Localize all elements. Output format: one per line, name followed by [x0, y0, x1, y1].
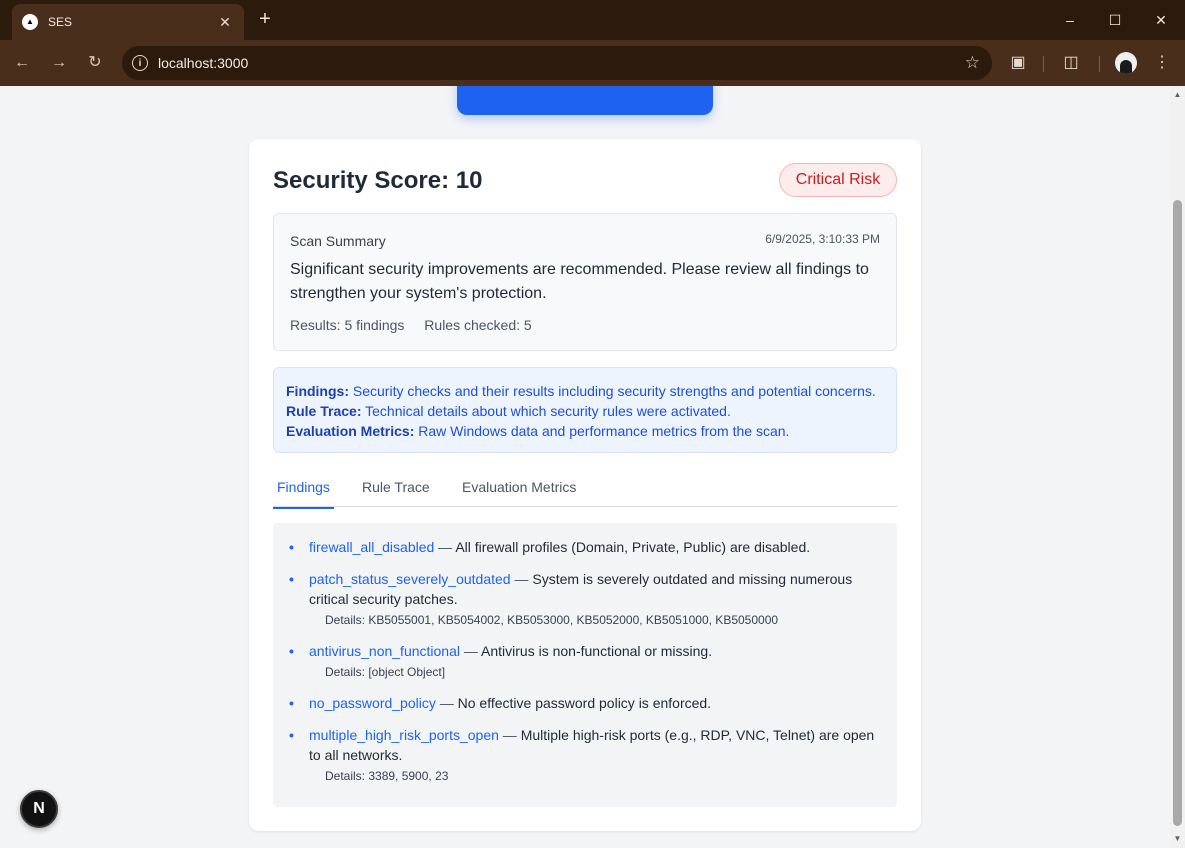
finding-item: firewall_all_disabled — All firewall pro…: [289, 537, 881, 557]
back-arrow-icon[interactable]: ←: [10, 51, 34, 75]
finding-name[interactable]: no_password_policy: [309, 695, 436, 711]
finding-name[interactable]: multiple_high_risk_ports_open: [309, 727, 499, 743]
finding-description: All firewall profiles (Domain, Private, …: [455, 539, 811, 555]
profile-avatar[interactable]: [1115, 52, 1137, 74]
rules-checked: Rules checked: 5: [424, 317, 532, 333]
url-text[interactable]: localhost:3000: [158, 55, 965, 71]
scroll-up-arrow-icon[interactable]: ▲: [1173, 90, 1182, 100]
toolbar-divider: [1099, 56, 1100, 72]
close-window-button[interactable]: ✕: [1138, 6, 1184, 34]
address-bar[interactable]: i localhost:3000 ☆: [122, 46, 992, 80]
site-info-icon[interactable]: i: [132, 55, 148, 71]
favicon-icon: ▲: [22, 14, 38, 30]
security-score-title: Security Score: 10: [273, 167, 483, 194]
info-line-rule-trace: Rule Trace: Technical details about whic…: [286, 403, 731, 419]
finding-details: Details: KB5055001, KB5054002, KB5053000…: [325, 613, 779, 627]
finding-description: No effective password policy is enforced…: [457, 695, 712, 711]
minimize-button[interactable]: –: [1047, 6, 1093, 34]
finding-item: antivirus_non_functional — Antivirus is …: [289, 641, 881, 681]
extensions-icon[interactable]: ▣: [1006, 51, 1030, 75]
maximize-button[interactable]: ☐: [1092, 6, 1138, 34]
finding-item: multiple_high_risk_ports_open — Multiple…: [289, 725, 881, 785]
risk-badge: Critical Risk: [779, 163, 897, 197]
finding-details: Details: [object Object]: [325, 665, 446, 679]
tab-info-box: Findings: Security checks and their resu…: [273, 367, 897, 453]
scroll-down-arrow-icon[interactable]: ▼: [1173, 834, 1182, 844]
close-tab-icon[interactable]: ✕: [216, 14, 234, 31]
finding-name[interactable]: firewall_all_disabled: [309, 539, 434, 555]
browser-tab-strip: ▲ SES ✕ + – ☐ ✕: [0, 0, 1185, 40]
summary-timestamp: 6/9/2025, 3:10:33 PM: [765, 232, 880, 246]
tab-findings[interactable]: Findings: [273, 479, 334, 509]
browser-toolbar: ← → ↻ i localhost:3000 ☆ ▣ ◫ ⋮: [0, 40, 1185, 86]
toolbar-divider: [1043, 56, 1044, 72]
tab-title: SES: [48, 15, 73, 29]
bookmark-star-icon[interactable]: ☆: [965, 53, 980, 73]
results-count: Results: 5 findings: [290, 317, 405, 333]
page-viewport: Security Score: 10 Critical Risk Scan Su…: [0, 86, 1170, 848]
results-card: Security Score: 10 Critical Risk Scan Su…: [249, 139, 921, 831]
tab-rule-trace[interactable]: Rule Trace: [362, 479, 430, 507]
reload-icon[interactable]: ↻: [83, 51, 107, 75]
info-line-findings: Findings: Security checks and their resu…: [286, 383, 876, 399]
menu-dots-icon[interactable]: ⋮: [1150, 51, 1174, 75]
forward-arrow-icon[interactable]: →: [47, 51, 71, 75]
finding-item: no_password_policy — No effective passwo…: [289, 693, 881, 713]
findings-list: firewall_all_disabled — All firewall pro…: [273, 523, 897, 807]
run-scan-button[interactable]: [457, 86, 713, 115]
cast-icon[interactable]: ◫: [1059, 51, 1083, 75]
summary-text: Significant security improvements are re…: [290, 261, 869, 302]
finding-item: patch_status_severely_outdated — System …: [289, 569, 881, 629]
nextjs-dev-badge[interactable]: N: [20, 790, 58, 828]
scan-summary: Scan Summary 6/9/2025, 3:10:33 PM Signif…: [273, 213, 897, 351]
finding-name[interactable]: patch_status_severely_outdated: [309, 571, 511, 587]
browser-tab[interactable]: ▲ SES ✕: [12, 4, 244, 40]
finding-details: Details: 3389, 5900, 23: [325, 769, 449, 783]
summary-label: Scan Summary: [290, 233, 386, 249]
finding-description: Antivirus is non-functional or missing.: [481, 643, 713, 659]
summary-stats: Results: 5 findings Rules checked: 5: [290, 317, 532, 333]
tab-evaluation-metrics[interactable]: Evaluation Metrics: [462, 479, 576, 507]
new-tab-button[interactable]: +: [254, 8, 276, 30]
scrollbar-thumb[interactable]: [1173, 200, 1182, 826]
finding-name[interactable]: antivirus_non_functional: [309, 643, 460, 659]
page-scrollbar[interactable]: ▲ ▼: [1170, 86, 1185, 848]
info-line-evaluation-metrics: Evaluation Metrics: Raw Windows data and…: [286, 423, 790, 439]
results-tabs: Findings Rule Trace Evaluation Metrics: [273, 465, 897, 509]
